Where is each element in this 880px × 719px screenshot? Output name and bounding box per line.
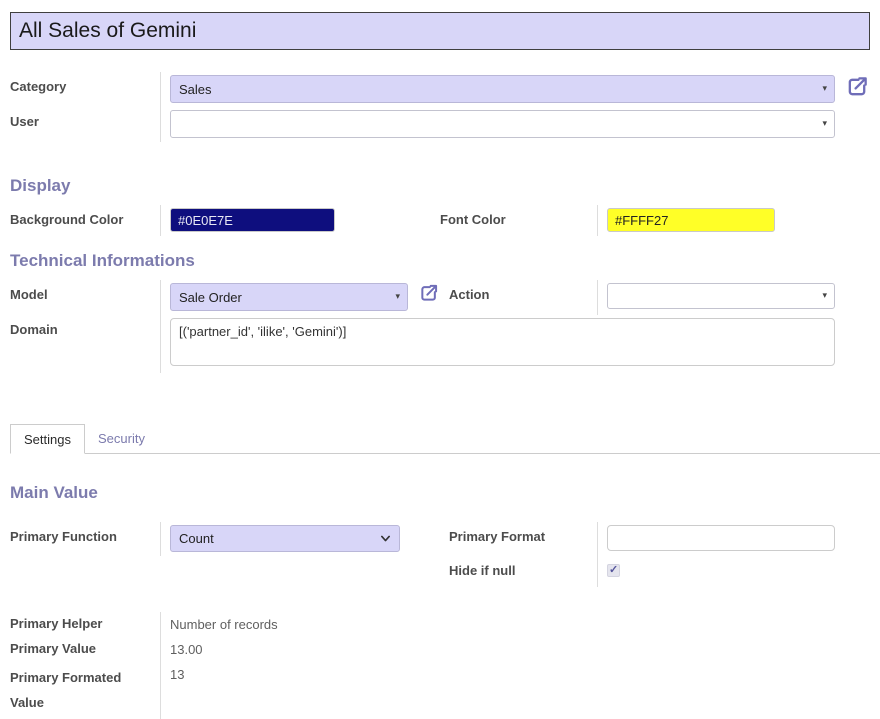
- primary-formated-value-value: 13: [160, 662, 870, 718]
- notebook-tabs: Settings Security: [10, 424, 880, 454]
- caret-down-icon: ▾: [395, 291, 400, 302]
- primary-format-label: Primary Format: [440, 522, 597, 556]
- hide-if-null-checkbox[interactable]: [607, 564, 620, 577]
- dashboard-item-name-input[interactable]: [10, 12, 870, 50]
- category-dropdown[interactable]: Sales ▾: [170, 75, 835, 103]
- technical-section-heading: Technical Informations: [10, 251, 870, 271]
- primary-function-value: Count: [179, 531, 214, 546]
- caret-down-icon: ▾: [822, 83, 827, 94]
- primary-value-value: 13.00: [160, 637, 870, 662]
- caret-down-icon: ▾: [822, 290, 827, 301]
- background-color-label: Background Color: [10, 205, 160, 236]
- primary-formated-value-label: Primary Formated Value: [10, 662, 160, 718]
- tab-security[interactable]: Security: [85, 424, 158, 453]
- color-row: Background Color Font Color: [10, 205, 870, 236]
- primary-helper-row: Primary Helper Number of records: [10, 612, 870, 637]
- primary-format-input[interactable]: [607, 525, 835, 551]
- display-field-group: Background Color Font Color: [10, 205, 870, 236]
- top-field-group: Category Sales ▾ User: [10, 72, 870, 142]
- action-dropdown[interactable]: ▾: [607, 283, 835, 309]
- primary-function-label: Primary Function: [10, 522, 160, 556]
- technical-field-group: Model Sale Order ▾ Action: [10, 280, 870, 373]
- primary-value-row: Primary Value 13.00: [10, 637, 870, 662]
- model-external-link-button[interactable]: [419, 283, 439, 303]
- main-value-field-group: Primary Function Count Primary Format: [10, 522, 870, 587]
- model-label: Model: [10, 280, 160, 315]
- tab-settings[interactable]: Settings: [10, 424, 85, 454]
- user-row: User ▾: [10, 107, 870, 142]
- caret-down-icon: ▾: [822, 118, 827, 129]
- chevron-down-icon: [379, 532, 392, 548]
- background-color-input[interactable]: [170, 208, 335, 232]
- model-dropdown[interactable]: Sale Order ▾: [170, 283, 408, 311]
- display-section-heading: Display: [10, 176, 870, 196]
- user-dropdown[interactable]: ▾: [170, 110, 835, 138]
- hide-if-null-row: Hide if null: [10, 556, 870, 587]
- domain-textarea[interactable]: [('partner_id', 'ilike', 'Gemini')]: [170, 318, 835, 366]
- font-color-input[interactable]: [607, 208, 775, 232]
- main-value-section-heading: Main Value: [10, 483, 870, 503]
- external-link-icon: [419, 283, 439, 303]
- domain-label: Domain: [10, 315, 160, 373]
- font-color-label: Font Color: [440, 205, 597, 236]
- external-link-icon: [846, 75, 869, 98]
- model-action-row: Model Sale Order ▾ Action: [10, 280, 870, 315]
- model-value: Sale Order: [179, 290, 242, 305]
- hide-if-null-label: Hide if null: [440, 556, 597, 587]
- domain-row: Domain [('partner_id', 'ilike', 'Gemini'…: [10, 315, 870, 373]
- primary-formated-value-row: Primary Formated Value 13: [10, 662, 870, 718]
- primary-function-select[interactable]: Count: [170, 525, 400, 552]
- form-sheet: Category Sales ▾ User: [0, 0, 880, 719]
- category-row: Category Sales ▾: [10, 72, 870, 107]
- user-label: User: [10, 107, 160, 142]
- primary-helper-label: Primary Helper: [10, 612, 160, 637]
- primary-value-label: Primary Value: [10, 637, 160, 662]
- category-value: Sales: [179, 82, 212, 97]
- computed-values-group: Primary Helper Number of records Primary…: [10, 612, 870, 719]
- action-label: Action: [440, 280, 597, 315]
- category-external-link-button[interactable]: [846, 75, 869, 98]
- primary-helper-value: Number of records: [160, 612, 870, 637]
- primary-function-row: Primary Function Count Primary Format: [10, 522, 870, 556]
- category-label: Category: [10, 72, 160, 107]
